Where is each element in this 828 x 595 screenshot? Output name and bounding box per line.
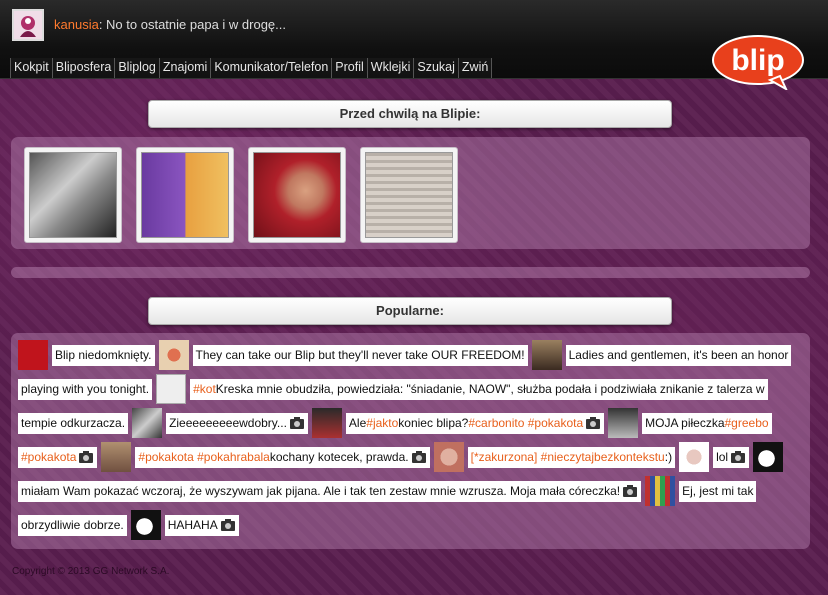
popular-line-1: Blip niedomknięty. They can take our Bli…: [18, 340, 795, 370]
camera-icon[interactable]: [289, 416, 305, 430]
tag-link[interactable]: [*zakurzona]: [471, 450, 538, 465]
nav-kokpit[interactable]: Kokpit: [10, 58, 52, 78]
post-text[interactable]: MOJA piłeczka: [645, 416, 724, 431]
popular-panel: Blip niedomknięty. They can take our Bli…: [11, 333, 810, 549]
nav-wklejki[interactable]: Wklejki: [366, 58, 414, 78]
recent-thumb-1[interactable]: [24, 147, 122, 243]
avatar-chicken[interactable]: [753, 442, 784, 472]
post-text[interactable]: They can take our Blip but they'll never…: [192, 344, 528, 366]
avatar-eagle[interactable]: [18, 340, 48, 370]
post-text[interactable]: obrzydliwie dobrze.: [18, 514, 127, 536]
tag-link[interactable]: #carbonito: [468, 416, 524, 431]
camera-icon[interactable]: [622, 484, 638, 498]
recent-thumb-4[interactable]: [360, 147, 458, 243]
status-username[interactable]: kanusia: [54, 17, 99, 32]
recent-thumb-3[interactable]: [248, 147, 346, 243]
nav-szukaj[interactable]: Szukaj: [413, 58, 458, 78]
post-text[interactable]: Ladies and gentlemen, it's been an honor: [565, 344, 792, 366]
avatar-user[interactable]: [132, 408, 163, 438]
post-chunk: MOJA piłeczka #greebo: [642, 412, 772, 434]
nav-profil[interactable]: Profil: [331, 58, 366, 78]
post-chunk: miałam Wam pokazać wczoraj, że wyszywam …: [18, 480, 642, 502]
post-chunk: #pokakota #pokahrabala kochany kotecek, …: [135, 446, 430, 468]
post-chunk: Ale #jakto koniec blipa? #carbonito #pok…: [345, 412, 605, 434]
nav-komunikator[interactable]: Komunikator/Telefon: [210, 58, 331, 78]
status-message[interactable]: No to ostatnie papa i w drogę...: [106, 17, 286, 32]
avatar-image: [14, 11, 42, 39]
tag-link[interactable]: #kot: [193, 382, 216, 397]
post-text[interactable]: koniec blipa?: [398, 416, 468, 431]
popular-line-3: tempie odkurzacza. Zieeeeeeeeewdobry... …: [18, 408, 776, 438]
avatar-user[interactable]: [608, 408, 639, 438]
status-line: kanusia: No to ostatnie papa i w drogę..…: [54, 17, 286, 32]
main-nav: Kokpit Bliposfera Bliplog Znajomi Komuni…: [10, 58, 493, 78]
recent-thumb-2[interactable]: [136, 147, 234, 243]
post-chunk: [*zakurzona] #nieczytajbezkontekstu :): [467, 446, 676, 468]
popular-title: Popularne:: [148, 297, 672, 325]
post-text[interactable]: HAHAHA: [168, 518, 218, 533]
nav-znajomi[interactable]: Znajomi: [158, 58, 210, 78]
avatar-user[interactable]: [433, 442, 464, 472]
tag-link[interactable]: #pokakota: [528, 416, 583, 431]
thumb-image-3: [253, 152, 341, 238]
post-text[interactable]: lol: [716, 450, 728, 465]
avatar-user[interactable]: [158, 340, 189, 370]
tag-link[interactable]: #greebo: [725, 416, 769, 431]
post-text[interactable]: Ej, jest mi tak: [679, 480, 757, 502]
nav-bliposfera[interactable]: Bliposfera: [51, 58, 115, 78]
avatar-user[interactable]: [531, 340, 562, 370]
tag-link[interactable]: #jakto: [366, 416, 398, 431]
nav-zwin[interactable]: Zwiń: [457, 58, 493, 78]
avatar-user[interactable]: [101, 442, 132, 472]
avatar-user[interactable]: [311, 408, 342, 438]
post-text[interactable]: playing with you tonight.: [18, 378, 153, 400]
recent-title: Przed chwilą na Blipie:: [148, 100, 672, 128]
thumb-image-4: [365, 152, 453, 238]
post-text[interactable]: tempie odkurzacza.: [18, 412, 129, 434]
popular-line-5: miałam Wam pokazać wczoraj, że wyszywam …: [18, 476, 760, 506]
logo-text: blip: [731, 44, 784, 77]
post-text[interactable]: Blip niedomknięty.: [52, 344, 155, 366]
tag-link[interactable]: #pokakota: [138, 450, 193, 465]
post-text[interactable]: Zieeeeeeeeewdobry...: [169, 416, 287, 431]
avatar-user[interactable]: [156, 374, 187, 404]
post-text[interactable]: miałam Wam pokazać wczoraj, że wyszywam …: [21, 484, 620, 499]
camera-icon[interactable]: [220, 518, 236, 532]
post-text[interactable]: kochany kotecek, prawda.: [270, 450, 409, 465]
divider-bar: [11, 267, 810, 278]
user-avatar[interactable]: [12, 9, 44, 41]
avatar-chicken[interactable]: [130, 510, 161, 540]
camera-icon[interactable]: [730, 450, 746, 464]
avatar-user[interactable]: [645, 476, 676, 506]
popular-line-2: playing with you tonight. #kot Kreska mn…: [18, 374, 772, 404]
post-text[interactable]: Kreska mnie obudziła, powiedziała: "śnia…: [216, 382, 765, 397]
camera-icon[interactable]: [585, 416, 601, 430]
post-text[interactable]: Ale: [349, 416, 366, 431]
top-bar: kanusia: No to ostatnie papa i w drogę..…: [0, 0, 828, 79]
thumb-image-1: [29, 152, 117, 238]
recent-panel: [11, 137, 810, 249]
copyright: Copyright © 2013 GG Network S.A.: [12, 566, 170, 577]
avatar-user[interactable]: [679, 442, 710, 472]
blip-logo[interactable]: blip: [712, 32, 804, 92]
post-chunk: Zieeeeeeeeewdobry...: [166, 412, 308, 434]
tag-link[interactable]: #pokakota: [21, 450, 76, 465]
post-chunk: #pokakota: [18, 446, 98, 468]
thumb-image-2: [141, 152, 229, 238]
nav-bliplog[interactable]: Bliplog: [114, 58, 159, 78]
post-chunk: lol: [713, 446, 750, 468]
popular-line-6: obrzydliwie dobrze. HAHAHA: [18, 510, 243, 540]
camera-icon[interactable]: [411, 450, 427, 464]
blip-logo-bubble: blip: [712, 35, 804, 92]
post-chunk: #kot Kreska mnie obudziła, powiedziała: …: [190, 378, 768, 400]
camera-icon[interactable]: [78, 450, 94, 464]
post-chunk: HAHAHA: [164, 514, 239, 536]
tag-link[interactable]: #pokahrabala: [197, 450, 270, 465]
popular-line-4: #pokakota #pokakota #pokahrabala kochany…: [18, 442, 787, 472]
tag-link[interactable]: #nieczytajbezkontekstu: [541, 450, 665, 465]
status-colon: :: [98, 17, 107, 32]
post-text[interactable]: :): [665, 450, 672, 465]
